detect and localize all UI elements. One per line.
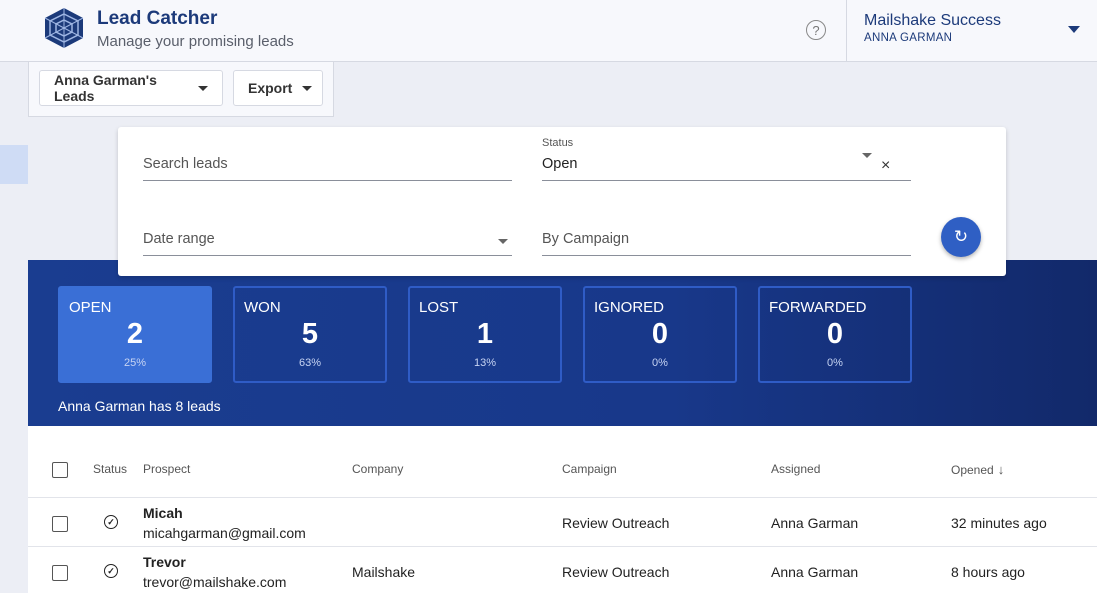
clear-status-icon[interactable]: × <box>881 157 890 175</box>
stat-won[interactable]: WON 5 63% <box>233 286 387 383</box>
stat-percent: 0% <box>652 357 668 369</box>
stat-ignored[interactable]: IGNORED 0 0% <box>583 286 737 383</box>
leads-summary: Anna Garman has 8 leads <box>58 398 221 414</box>
search-placeholder: Search leads <box>143 156 228 172</box>
stat-percent: 13% <box>473 357 497 369</box>
date-range-select[interactable]: Date range <box>143 228 512 256</box>
opened-cell: 8 hours ago <box>951 564 1025 580</box>
row-checkbox[interactable] <box>52 516 68 532</box>
stat-count: 5 <box>301 318 319 350</box>
stat-label: FORWARDED <box>769 299 867 316</box>
stat-forwarded[interactable]: FORWARDED 0 0% <box>758 286 912 383</box>
column-campaign[interactable]: Campaign <box>562 462 617 476</box>
stat-label: OPEN <box>69 299 112 316</box>
filter-card: Search leads Status Open × Date range By… <box>118 127 1006 276</box>
stat-label: WON <box>244 299 281 316</box>
status-value: Open <box>542 156 578 172</box>
caret-down-icon <box>498 239 508 244</box>
campaign-placeholder: By Campaign <box>542 231 630 247</box>
web-logo-icon <box>44 8 84 48</box>
caret-down-icon <box>302 85 313 91</box>
export-button[interactable]: Export <box>233 70 323 106</box>
account-user: ANNA GARMAN <box>864 32 953 44</box>
stat-open[interactable]: OPEN 2 25% <box>58 286 212 383</box>
assigned-cell: Anna Garman <box>771 564 859 580</box>
refresh-icon[interactable]: ↻ <box>941 217 981 257</box>
app-header: Lead Catcher Manage your promising leads… <box>0 0 1097 62</box>
column-company[interactable]: Company <box>352 462 403 476</box>
date-range-placeholder: Date range <box>143 231 215 247</box>
company-cell: Mailshake <box>352 564 416 580</box>
column-assigned[interactable]: Assigned <box>771 462 820 476</box>
stats-banner: OPEN 2 25% WON 5 63% LOST 1 13% IGNORED … <box>28 260 1097 426</box>
account-menu[interactable]: Mailshake Success ANNA GARMAN <box>846 0 1097 62</box>
export-label: Export <box>248 80 293 96</box>
prospect-name[interactable]: Micah <box>143 505 183 521</box>
table-header: Status Prospect Company Campaign Assigne… <box>28 426 1097 498</box>
stat-lost[interactable]: LOST 1 13% <box>408 286 562 383</box>
side-accent <box>0 145 28 184</box>
table-row[interactable]: ✓ Micah micahgarman@gmail.com Review Out… <box>28 498 1097 547</box>
stat-percent: 63% <box>298 357 322 369</box>
column-opened[interactable]: Opened ↓ <box>951 462 1004 477</box>
leads-owner-dropdown[interactable]: Anna Garman's Leads <box>39 70 223 106</box>
stat-percent: 25% <box>123 357 147 369</box>
chevron-down-icon <box>1068 26 1080 33</box>
status-select[interactable]: Status Open <box>542 137 911 181</box>
leads-owner-label: Anna Garman's Leads <box>54 72 157 104</box>
stat-label: IGNORED <box>594 299 665 316</box>
campaign-cell: Review Outreach <box>562 515 670 531</box>
app-title: Lead Catcher <box>97 8 218 29</box>
assigned-cell: Anna Garman <box>771 515 859 531</box>
check-circle-icon: ✓ <box>104 564 118 578</box>
status-label: Status <box>542 137 574 149</box>
caret-down-icon <box>862 153 872 158</box>
table-row[interactable]: ✓ Trevor trevor@mailshake.com Mailshake … <box>28 547 1097 593</box>
search-input[interactable]: Search leads <box>143 153 512 181</box>
leads-table: Status Prospect Company Campaign Assigne… <box>28 426 1097 593</box>
toolbar: Anna Garman's Leads Export <box>28 62 334 117</box>
campaign-cell: Review Outreach <box>562 564 670 580</box>
prospect-name[interactable]: Trevor <box>143 554 186 570</box>
caret-down-icon <box>198 85 208 91</box>
sort-down-icon[interactable]: ↓ <box>998 462 1005 477</box>
stat-count: 0 <box>826 318 844 350</box>
stat-percent: 0% <box>827 357 843 369</box>
campaign-select[interactable]: By Campaign <box>542 228 911 256</box>
prospect-email: trevor@mailshake.com <box>143 574 287 590</box>
stat-label: LOST <box>419 299 459 316</box>
opened-cell: 32 minutes ago <box>951 515 1047 531</box>
check-circle-icon: ✓ <box>104 515 118 529</box>
account-name: Mailshake Success <box>864 12 1001 29</box>
select-all-checkbox[interactable] <box>52 462 68 478</box>
row-checkbox[interactable] <box>52 565 68 581</box>
column-status[interactable]: Status <box>93 462 127 476</box>
app-subtitle: Manage your promising leads <box>97 33 294 50</box>
help-icon[interactable]: ? <box>806 20 826 40</box>
stat-count: 1 <box>476 318 494 350</box>
stat-count: 0 <box>651 318 669 350</box>
stat-count: 2 <box>126 318 144 350</box>
column-opened-label: Opened <box>951 463 994 477</box>
column-prospect[interactable]: Prospect <box>143 462 190 476</box>
prospect-email: micahgarman@gmail.com <box>143 525 306 541</box>
